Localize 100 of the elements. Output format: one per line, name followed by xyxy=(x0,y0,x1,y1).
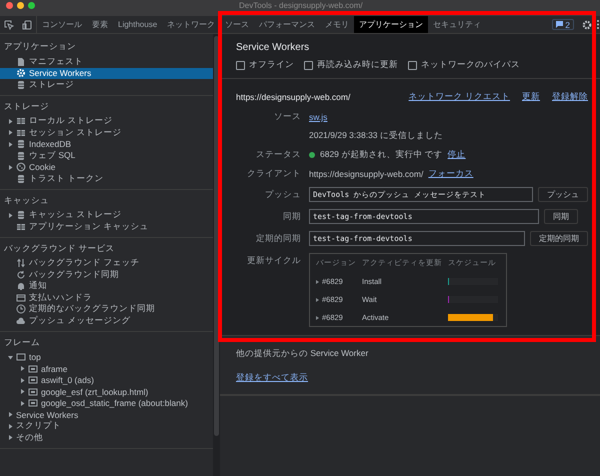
collapsed-arrow-icon[interactable] xyxy=(8,435,13,440)
sidebar-item[interactable]: トラスト トークン xyxy=(0,173,213,184)
sidebar-section-title: キャッシュ xyxy=(3,194,50,206)
panel-tab[interactable]: パフォーマンス xyxy=(254,16,320,33)
settings-icon[interactable] xyxy=(582,20,592,30)
cookie-icon xyxy=(16,162,26,172)
sidebar-section-title: バックグラウンド サービス xyxy=(3,242,116,254)
collapsed-arrow-icon[interactable] xyxy=(316,298,320,302)
database-icon xyxy=(16,150,26,161)
sidebar-item[interactable]: ローカル ストレージ xyxy=(0,116,213,127)
worker-origin: https://designsupply-web.com/ xyxy=(236,92,350,102)
field-label: プッシュ xyxy=(264,188,301,200)
cloud-icon xyxy=(16,316,26,326)
action-button[interactable]: プッシュ xyxy=(538,187,588,202)
panel-tab[interactable]: コンソール xyxy=(37,16,87,33)
status-text: 6829 が起動され、実行中 です xyxy=(320,149,443,161)
zoom-window-button[interactable] xyxy=(28,2,35,9)
panel-tab[interactable]: アプリケーション xyxy=(354,16,428,33)
collapsed-arrow-icon[interactable] xyxy=(8,118,13,124)
minimize-window-button[interactable] xyxy=(17,2,24,9)
clock-icon xyxy=(16,304,26,314)
field-label: クライアント xyxy=(246,168,301,180)
collapsed-arrow-icon[interactable] xyxy=(20,378,25,383)
sidebar-item[interactable]: aswift_0 (ads) xyxy=(0,374,213,386)
sidebar-section-title: ストレージ xyxy=(3,100,50,112)
database-icon xyxy=(16,80,26,90)
checkbox-label: オフライン xyxy=(249,59,294,71)
sidebar-item[interactable]: google_osd_static_frame (about:blank) xyxy=(0,398,213,409)
database-icon xyxy=(16,174,26,184)
checkbox[interactable] xyxy=(304,60,313,70)
collapsed-arrow-icon[interactable] xyxy=(20,389,25,394)
message-icon xyxy=(556,21,564,28)
sidebar-item[interactable]: top xyxy=(0,352,213,363)
sidebar-item[interactable]: キャッシュ ストレージ xyxy=(0,210,213,221)
panel-tab[interactable]: ソース xyxy=(220,16,254,33)
collapsed-arrow-icon[interactable] xyxy=(8,130,13,136)
table-icon xyxy=(16,116,26,126)
sidebar-item[interactable]: Service Workers xyxy=(0,68,213,79)
panel-tab[interactable]: Lighthouse xyxy=(113,16,162,33)
sidebar-item[interactable]: google_esf (zrt_lookup.html) xyxy=(0,386,213,398)
issues-badge[interactable]: 2 xyxy=(552,19,574,30)
action-link[interactable]: 更新 xyxy=(522,91,540,103)
sync-icon xyxy=(16,270,26,280)
sidebar-item[interactable]: ウェブ SQL xyxy=(0,150,213,162)
action-link[interactable]: ネットワーク リクエスト xyxy=(408,91,510,103)
issues-count: 2 xyxy=(565,20,570,30)
scrollbar-thumb[interactable] xyxy=(214,36,219,436)
client-url: https://designsupply-web.com/ xyxy=(309,169,424,179)
action-link[interactable]: 登録解除 xyxy=(552,91,588,103)
collapsed-arrow-icon[interactable] xyxy=(316,316,320,320)
sidebar-item[interactable]: マニフェスト xyxy=(0,56,213,68)
device-toolbar-icon[interactable] xyxy=(22,20,32,30)
field-label: 同期 xyxy=(282,210,301,222)
collapsed-arrow-icon[interactable] xyxy=(8,212,13,218)
close-window-button[interactable] xyxy=(6,2,13,9)
collapsed-arrow-icon[interactable] xyxy=(8,424,13,429)
sidebar-item[interactable]: その他 xyxy=(0,432,213,444)
sidebar-item[interactable]: Cookie xyxy=(0,162,213,173)
sidebar-item[interactable]: アプリケーション キャッシュ xyxy=(0,221,213,232)
frame-icon xyxy=(28,364,38,374)
sidebar-item[interactable]: IndexedDB xyxy=(0,138,213,150)
panel-tab[interactable]: セキュリティ xyxy=(428,16,486,33)
sidebar-item[interactable]: プッシュ メッセージング xyxy=(0,315,213,326)
sidebar-item[interactable]: ストレージ xyxy=(0,79,213,90)
field-label: ソース xyxy=(273,111,301,123)
action-button[interactable]: 同期 xyxy=(544,209,578,224)
checkbox[interactable] xyxy=(236,60,245,70)
sidebar-section-title: フレーム xyxy=(3,336,41,348)
sidebar-item[interactable]: セッション ストレージ xyxy=(0,127,213,138)
document-icon xyxy=(16,56,26,67)
window-title: DevTools - designsupply-web.com/ xyxy=(239,1,363,10)
collapsed-arrow-icon[interactable] xyxy=(8,164,13,170)
checkbox[interactable] xyxy=(408,60,417,70)
table-icon xyxy=(16,128,26,138)
inspect-icon[interactable] xyxy=(4,20,14,30)
focus-link[interactable]: フォーカス xyxy=(428,168,474,180)
stop-link[interactable]: 停止 xyxy=(448,149,466,161)
collapsed-arrow-icon[interactable] xyxy=(8,142,13,147)
sidebar-item[interactable]: 支払いハンドラ xyxy=(0,292,213,304)
action-button[interactable]: 定期的同期 xyxy=(530,231,588,246)
panel-tab[interactable]: 要素 xyxy=(87,16,113,33)
panel-tab[interactable]: メモリ xyxy=(320,16,354,33)
expanded-arrow-icon[interactable] xyxy=(8,354,13,360)
sidebar-item[interactable]: aframe xyxy=(0,363,213,374)
sidebar-item[interactable]: スクリプト xyxy=(0,420,213,432)
sidebar-item[interactable]: 定期的なバックグラウンド同期 xyxy=(0,304,213,315)
sidebar-item[interactable]: 通知 xyxy=(0,280,213,292)
panel-tab[interactable]: ネットワーク xyxy=(162,16,220,33)
collapsed-arrow-icon[interactable] xyxy=(316,280,320,284)
database-icon xyxy=(16,210,26,220)
section-title: 他の提供元からの Service Worker xyxy=(236,348,368,360)
collapsed-arrow-icon[interactable] xyxy=(8,412,13,418)
sidebar-item[interactable]: Service Workers xyxy=(0,409,213,420)
sidebar-item[interactable]: バックグラウンド フェッチ xyxy=(0,258,213,269)
field-label: 更新サイクル xyxy=(246,254,301,267)
source-link[interactable]: sw.js xyxy=(309,112,328,122)
collapsed-arrow-icon[interactable] xyxy=(20,366,25,372)
sidebar-item[interactable]: バックグラウンド同期 xyxy=(0,269,213,280)
collapsed-arrow-icon[interactable] xyxy=(20,400,25,406)
show-all-link[interactable]: 登録をすべて表示 xyxy=(236,372,308,384)
